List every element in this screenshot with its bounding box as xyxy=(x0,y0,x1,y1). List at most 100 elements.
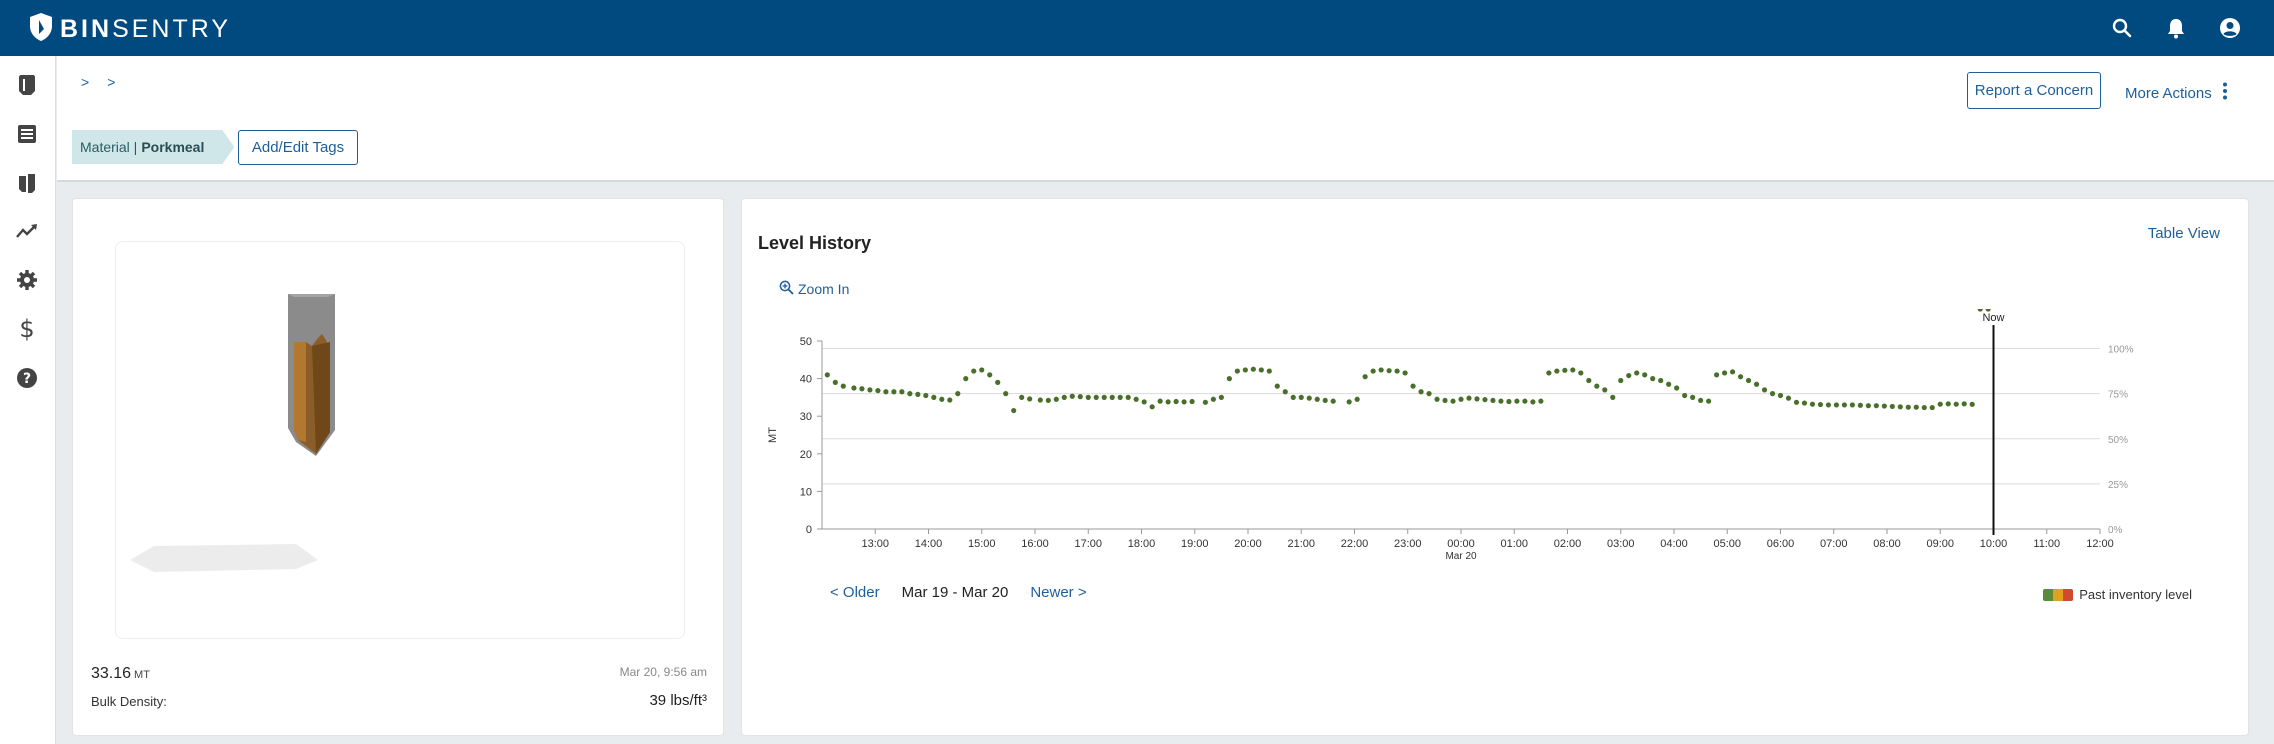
x-tick-label: 06:00 xyxy=(1767,538,1795,550)
data-point xyxy=(1418,389,1424,395)
x-tick-label: 13:00 xyxy=(861,538,889,550)
data-point xyxy=(1426,391,1432,397)
data-point xyxy=(931,394,937,400)
data-point xyxy=(1346,399,1352,405)
data-point xyxy=(1721,370,1728,376)
data-point xyxy=(1737,374,1744,380)
data-point xyxy=(1793,399,1800,405)
data-point xyxy=(1003,391,1009,397)
data-point xyxy=(1266,368,1272,374)
data-point xyxy=(1101,394,1107,400)
report-concern-button[interactable]: Report a Concern xyxy=(1967,72,2101,109)
material-tag-label: Material | xyxy=(80,139,138,155)
gear-icon[interactable] xyxy=(12,265,42,295)
breadcrumb-separator[interactable]: > xyxy=(81,74,89,90)
data-point xyxy=(1522,398,1528,404)
data-point xyxy=(1610,394,1616,400)
data-point xyxy=(1881,403,1887,409)
data-point xyxy=(1141,399,1147,405)
list-icon[interactable] xyxy=(12,119,42,149)
material-tag-value: Porkmeal xyxy=(141,139,205,155)
data-point xyxy=(1554,368,1560,374)
data-point xyxy=(1969,401,1975,407)
data-point xyxy=(1594,383,1600,389)
breadcrumb-separator[interactable]: > xyxy=(107,74,115,90)
y-tick-label: 50 xyxy=(800,336,812,348)
bulk-density-label: Bulk Density: xyxy=(91,694,167,709)
bins-icon[interactable] xyxy=(12,168,42,198)
x-tick-label: 01:00 xyxy=(1500,538,1528,550)
data-point xyxy=(987,372,993,378)
data-point xyxy=(1761,387,1768,393)
x-tick-label: 12:00 xyxy=(2086,538,2114,550)
data-point xyxy=(1019,394,1025,400)
data-point xyxy=(1258,367,1264,373)
more-actions-button[interactable]: More Actions xyxy=(2125,82,2228,104)
data-point xyxy=(1530,399,1536,405)
data-point xyxy=(875,388,881,394)
account-icon[interactable] xyxy=(2216,14,2244,42)
data-point xyxy=(1690,394,1696,400)
data-point xyxy=(939,396,945,402)
bin-card: 33.16 MT Mar 20, 9:56 am Bulk Density: 39… xyxy=(72,198,724,736)
data-point xyxy=(915,391,921,397)
help-icon[interactable]: ? xyxy=(12,363,42,393)
data-point xyxy=(867,387,873,393)
data-point xyxy=(971,368,977,374)
search-icon[interactable] xyxy=(2108,14,2136,42)
data-point xyxy=(1586,377,1592,384)
data-point xyxy=(1642,372,1648,378)
data-point xyxy=(1729,369,1736,375)
older-button[interactable]: < Older xyxy=(830,584,880,601)
bin-icon[interactable] xyxy=(12,70,42,100)
svg-text:?: ? xyxy=(23,371,31,387)
data-point xyxy=(1306,395,1312,401)
data-point xyxy=(923,392,929,399)
x-tick-label: 23:00 xyxy=(1394,538,1422,550)
table-view-link[interactable]: Table View xyxy=(2148,225,2220,242)
data-point xyxy=(1921,404,1927,411)
x-tick-label: 19:00 xyxy=(1181,538,1209,550)
data-point xyxy=(1602,387,1608,393)
current-level-unit: MT xyxy=(134,669,150,681)
data-point xyxy=(1466,395,1472,401)
data-point xyxy=(891,389,897,395)
analytics-icon[interactable] xyxy=(12,216,42,246)
data-point xyxy=(1634,370,1640,376)
data-point xyxy=(1753,381,1760,387)
level-history-title: Level History xyxy=(758,233,872,253)
page-header: > > Report a Concern More Actions Materi… xyxy=(57,56,2274,182)
data-point xyxy=(1069,393,1075,399)
x-tick-label: 11:00 xyxy=(2033,538,2060,550)
binsentry-logo[interactable]: BINSENTRY xyxy=(28,12,231,47)
zoom-in-button[interactable]: Zoom In xyxy=(779,280,849,298)
data-point xyxy=(1210,396,1216,402)
x-tick-label: 15:00 xyxy=(968,538,996,550)
data-point xyxy=(1165,399,1171,405)
y-tick-label: 40 xyxy=(800,374,812,386)
top-navigation-bar: BINSENTRY xyxy=(0,0,2274,56)
data-point xyxy=(1682,392,1688,399)
data-point xyxy=(1189,398,1195,405)
data-point xyxy=(1234,368,1240,374)
bin-3d-view[interactable] xyxy=(115,241,685,639)
data-point xyxy=(1769,391,1776,397)
newer-button[interactable]: Newer > xyxy=(1030,584,1086,601)
dollar-icon[interactable]: $ xyxy=(12,314,42,344)
data-point xyxy=(1133,396,1139,402)
x-tick-label: 21:00 xyxy=(1287,538,1315,550)
data-point xyxy=(1666,381,1672,387)
chart-legend: Past inventory level xyxy=(2043,587,2192,602)
data-point xyxy=(947,397,953,403)
data-point xyxy=(1402,370,1408,376)
data-point xyxy=(1937,401,1943,407)
data-point xyxy=(1833,402,1840,408)
add-edit-tags-button[interactable]: Add/Edit Tags xyxy=(238,130,358,165)
data-point xyxy=(1242,367,1248,373)
bell-icon[interactable] xyxy=(2162,14,2190,42)
data-point xyxy=(1562,367,1568,373)
y-tick-label: 20 xyxy=(800,449,812,461)
data-point xyxy=(1450,398,1456,404)
level-history-chart[interactable]: 0% 25% 50% 75% 100% 0 10 20 30 40 50 MT 13:00 14:00 15… xyxy=(742,309,2250,559)
data-point xyxy=(1698,397,1704,404)
